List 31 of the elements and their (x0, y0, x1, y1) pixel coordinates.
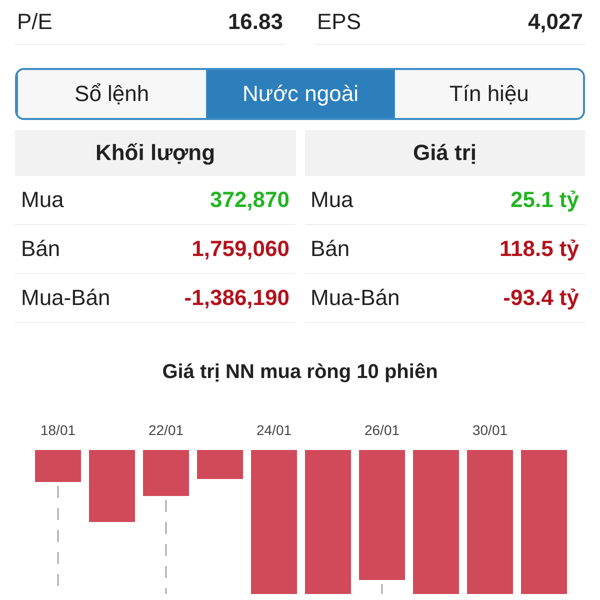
row-label: Bán (310, 236, 350, 262)
date-label: 26/01 (364, 422, 400, 438)
date-label: 18/01 (40, 422, 76, 438)
tab[interactable]: Nước ngoài (206, 70, 394, 118)
table-header: Giá trị (304, 130, 585, 176)
tab[interactable]: Sổ lệnh (17, 70, 206, 118)
table-header: Khối lượng (15, 130, 296, 176)
row-label: Bán (21, 236, 60, 262)
bar (35, 450, 81, 482)
date-label: 22/01 (148, 422, 184, 438)
bar (89, 450, 135, 522)
row-label: Mua (310, 187, 354, 213)
stat-label: EPS (317, 9, 362, 35)
row-value: -93.4 tỷ (503, 285, 579, 311)
tab[interactable]: Tín hiệu (394, 70, 583, 118)
row-value: 118.5 tỷ (499, 236, 579, 262)
chart-title: Giá trị NN mua ròng 10 phiên (161, 361, 439, 384)
stat-value: 16.83 (228, 9, 283, 35)
row-label: Mua-Bán (310, 285, 400, 311)
bar (197, 450, 243, 479)
row-label: Mua-Bán (21, 285, 110, 311)
row-value: 372,870 (210, 187, 290, 213)
bar (143, 450, 189, 496)
stat-value: 4,027 (528, 9, 583, 35)
row-value: 1,759,060 (192, 236, 290, 262)
stat-label: P/E (17, 9, 52, 35)
row-label: Mua (21, 187, 64, 213)
date-label: 24/01 (256, 422, 292, 438)
row-value: -1,386,190 (184, 285, 290, 311)
date-label: 30/01 (472, 422, 508, 438)
row-value: 25.1 tỷ (510, 187, 579, 213)
